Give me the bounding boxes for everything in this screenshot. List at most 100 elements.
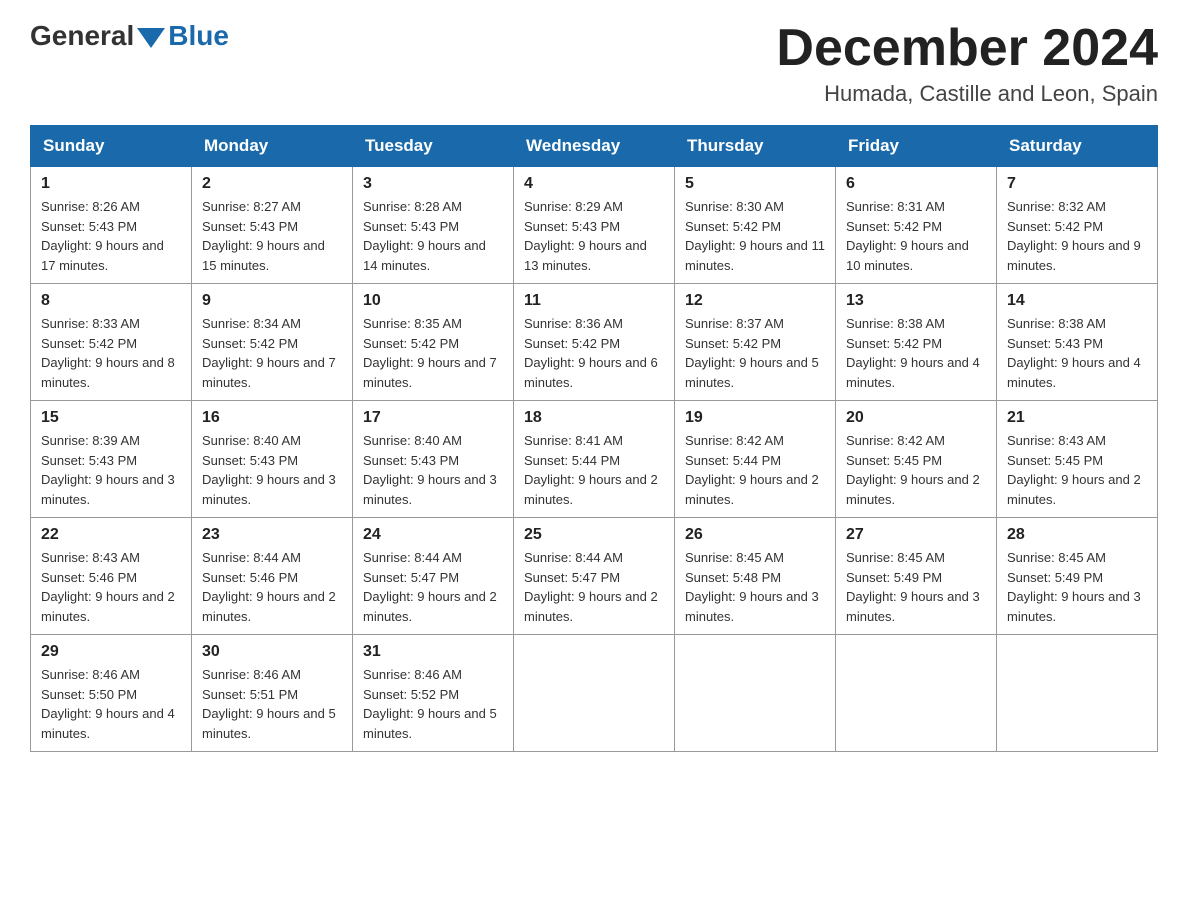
logo: General Blue <box>30 20 229 52</box>
day-number: 25 <box>524 526 664 544</box>
day-number: 15 <box>41 409 181 427</box>
calendar-cell: 31 Sunrise: 8:46 AMSunset: 5:52 PMDaylig… <box>353 635 514 752</box>
calendar-cell: 6 Sunrise: 8:31 AMSunset: 5:42 PMDayligh… <box>836 167 997 284</box>
calendar-week-row: 22 Sunrise: 8:43 AMSunset: 5:46 PMDaylig… <box>31 518 1158 635</box>
calendar-cell: 1 Sunrise: 8:26 AMSunset: 5:43 PMDayligh… <box>31 167 192 284</box>
day-number: 14 <box>1007 292 1147 310</box>
day-number: 24 <box>363 526 503 544</box>
day-number: 26 <box>685 526 825 544</box>
calendar-cell: 20 Sunrise: 8:42 AMSunset: 5:45 PMDaylig… <box>836 401 997 518</box>
page-header: General Blue December 2024 Humada, Casti… <box>30 20 1158 107</box>
weekday-header-row: SundayMondayTuesdayWednesdayThursdayFrid… <box>31 126 1158 167</box>
calendar-cell: 3 Sunrise: 8:28 AMSunset: 5:43 PMDayligh… <box>353 167 514 284</box>
day-number: 27 <box>846 526 986 544</box>
calendar-cell: 13 Sunrise: 8:38 AMSunset: 5:42 PMDaylig… <box>836 284 997 401</box>
day-number: 12 <box>685 292 825 310</box>
day-number: 18 <box>524 409 664 427</box>
day-info: Sunrise: 8:26 AMSunset: 5:43 PMDaylight:… <box>41 197 181 275</box>
weekday-header-tuesday: Tuesday <box>353 126 514 167</box>
calendar-week-row: 1 Sunrise: 8:26 AMSunset: 5:43 PMDayligh… <box>31 167 1158 284</box>
month-year-title: December 2024 <box>776 20 1158 77</box>
day-info: Sunrise: 8:44 AMSunset: 5:46 PMDaylight:… <box>202 548 342 626</box>
calendar-cell: 12 Sunrise: 8:37 AMSunset: 5:42 PMDaylig… <box>675 284 836 401</box>
day-number: 20 <box>846 409 986 427</box>
calendar-table: SundayMondayTuesdayWednesdayThursdayFrid… <box>30 125 1158 752</box>
calendar-cell: 14 Sunrise: 8:38 AMSunset: 5:43 PMDaylig… <box>997 284 1158 401</box>
day-info: Sunrise: 8:46 AMSunset: 5:52 PMDaylight:… <box>363 665 503 743</box>
calendar-cell: 30 Sunrise: 8:46 AMSunset: 5:51 PMDaylig… <box>192 635 353 752</box>
day-number: 19 <box>685 409 825 427</box>
day-number: 29 <box>41 643 181 661</box>
calendar-cell: 9 Sunrise: 8:34 AMSunset: 5:42 PMDayligh… <box>192 284 353 401</box>
calendar-cell <box>836 635 997 752</box>
calendar-cell: 7 Sunrise: 8:32 AMSunset: 5:42 PMDayligh… <box>997 167 1158 284</box>
calendar-cell: 15 Sunrise: 8:39 AMSunset: 5:43 PMDaylig… <box>31 401 192 518</box>
calendar-week-row: 15 Sunrise: 8:39 AMSunset: 5:43 PMDaylig… <box>31 401 1158 518</box>
day-number: 6 <box>846 175 986 193</box>
day-number: 13 <box>846 292 986 310</box>
day-number: 2 <box>202 175 342 193</box>
day-info: Sunrise: 8:44 AMSunset: 5:47 PMDaylight:… <box>524 548 664 626</box>
day-number: 16 <box>202 409 342 427</box>
day-info: Sunrise: 8:38 AMSunset: 5:43 PMDaylight:… <box>1007 314 1147 392</box>
weekday-header-monday: Monday <box>192 126 353 167</box>
day-number: 22 <box>41 526 181 544</box>
day-info: Sunrise: 8:46 AMSunset: 5:51 PMDaylight:… <box>202 665 342 743</box>
calendar-cell: 27 Sunrise: 8:45 AMSunset: 5:49 PMDaylig… <box>836 518 997 635</box>
calendar-cell <box>514 635 675 752</box>
weekday-header-sunday: Sunday <box>31 126 192 167</box>
calendar-cell: 11 Sunrise: 8:36 AMSunset: 5:42 PMDaylig… <box>514 284 675 401</box>
day-number: 30 <box>202 643 342 661</box>
title-area: December 2024 Humada, Castille and Leon,… <box>776 20 1158 107</box>
day-info: Sunrise: 8:43 AMSunset: 5:46 PMDaylight:… <box>41 548 181 626</box>
calendar-cell: 8 Sunrise: 8:33 AMSunset: 5:42 PMDayligh… <box>31 284 192 401</box>
day-info: Sunrise: 8:30 AMSunset: 5:42 PMDaylight:… <box>685 197 825 275</box>
day-info: Sunrise: 8:40 AMSunset: 5:43 PMDaylight:… <box>363 431 503 509</box>
calendar-cell: 25 Sunrise: 8:44 AMSunset: 5:47 PMDaylig… <box>514 518 675 635</box>
day-number: 4 <box>524 175 664 193</box>
calendar-cell: 16 Sunrise: 8:40 AMSunset: 5:43 PMDaylig… <box>192 401 353 518</box>
day-info: Sunrise: 8:31 AMSunset: 5:42 PMDaylight:… <box>846 197 986 275</box>
calendar-cell: 21 Sunrise: 8:43 AMSunset: 5:45 PMDaylig… <box>997 401 1158 518</box>
calendar-cell: 19 Sunrise: 8:42 AMSunset: 5:44 PMDaylig… <box>675 401 836 518</box>
calendar-cell <box>675 635 836 752</box>
logo-triangle-icon <box>137 28 165 48</box>
day-number: 10 <box>363 292 503 310</box>
day-info: Sunrise: 8:28 AMSunset: 5:43 PMDaylight:… <box>363 197 503 275</box>
day-info: Sunrise: 8:41 AMSunset: 5:44 PMDaylight:… <box>524 431 664 509</box>
location-subtitle: Humada, Castille and Leon, Spain <box>776 81 1158 107</box>
day-info: Sunrise: 8:43 AMSunset: 5:45 PMDaylight:… <box>1007 431 1147 509</box>
calendar-cell: 23 Sunrise: 8:44 AMSunset: 5:46 PMDaylig… <box>192 518 353 635</box>
day-number: 1 <box>41 175 181 193</box>
day-info: Sunrise: 8:45 AMSunset: 5:49 PMDaylight:… <box>846 548 986 626</box>
day-number: 21 <box>1007 409 1147 427</box>
day-info: Sunrise: 8:29 AMSunset: 5:43 PMDaylight:… <box>524 197 664 275</box>
calendar-cell: 2 Sunrise: 8:27 AMSunset: 5:43 PMDayligh… <box>192 167 353 284</box>
calendar-cell <box>997 635 1158 752</box>
weekday-header-saturday: Saturday <box>997 126 1158 167</box>
day-info: Sunrise: 8:32 AMSunset: 5:42 PMDaylight:… <box>1007 197 1147 275</box>
day-number: 5 <box>685 175 825 193</box>
weekday-header-thursday: Thursday <box>675 126 836 167</box>
day-info: Sunrise: 8:42 AMSunset: 5:45 PMDaylight:… <box>846 431 986 509</box>
calendar-week-row: 29 Sunrise: 8:46 AMSunset: 5:50 PMDaylig… <box>31 635 1158 752</box>
day-number: 8 <box>41 292 181 310</box>
day-number: 28 <box>1007 526 1147 544</box>
day-number: 7 <box>1007 175 1147 193</box>
calendar-cell: 29 Sunrise: 8:46 AMSunset: 5:50 PMDaylig… <box>31 635 192 752</box>
calendar-cell: 24 Sunrise: 8:44 AMSunset: 5:47 PMDaylig… <box>353 518 514 635</box>
day-info: Sunrise: 8:33 AMSunset: 5:42 PMDaylight:… <box>41 314 181 392</box>
calendar-cell: 26 Sunrise: 8:45 AMSunset: 5:48 PMDaylig… <box>675 518 836 635</box>
calendar-week-row: 8 Sunrise: 8:33 AMSunset: 5:42 PMDayligh… <box>31 284 1158 401</box>
logo-general-text: General <box>30 20 134 52</box>
day-number: 9 <box>202 292 342 310</box>
day-info: Sunrise: 8:42 AMSunset: 5:44 PMDaylight:… <box>685 431 825 509</box>
day-number: 17 <box>363 409 503 427</box>
day-info: Sunrise: 8:40 AMSunset: 5:43 PMDaylight:… <box>202 431 342 509</box>
day-info: Sunrise: 8:44 AMSunset: 5:47 PMDaylight:… <box>363 548 503 626</box>
day-number: 3 <box>363 175 503 193</box>
day-info: Sunrise: 8:46 AMSunset: 5:50 PMDaylight:… <box>41 665 181 743</box>
weekday-header-friday: Friday <box>836 126 997 167</box>
day-info: Sunrise: 8:45 AMSunset: 5:48 PMDaylight:… <box>685 548 825 626</box>
calendar-cell: 5 Sunrise: 8:30 AMSunset: 5:42 PMDayligh… <box>675 167 836 284</box>
